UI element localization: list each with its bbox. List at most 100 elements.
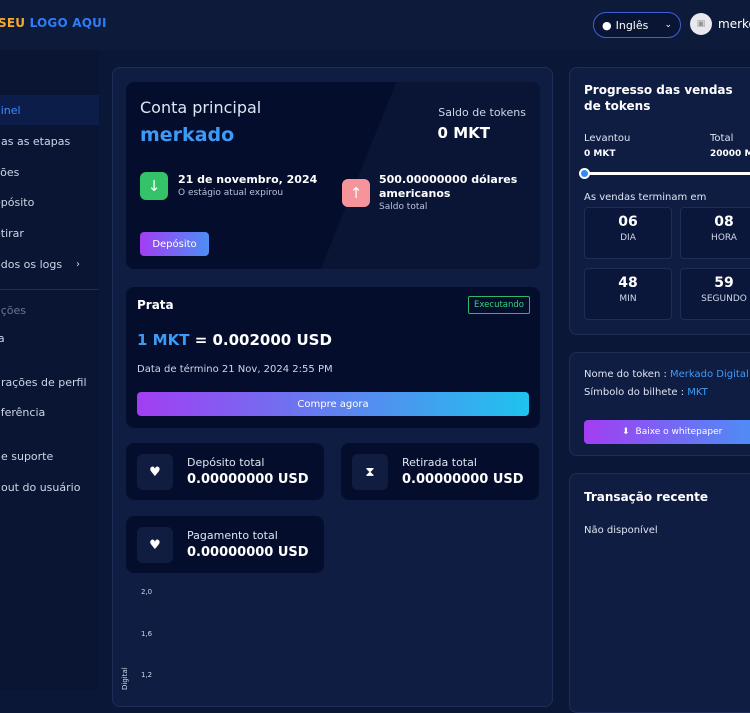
sidebar-item-label: epósito [0,195,35,209]
piggy-bank-icon: ♥ [137,454,173,490]
stat-deposit: ♥ Depósito total 0.00000000 USD [126,443,324,500]
arrow-down-icon: ↓ [140,172,168,200]
countdown-value: 06 [618,214,638,230]
countdown-value: 48 [618,275,638,291]
sidebar-item-label: das as etapas [0,134,71,148]
whitepaper-label: Baixe o whitepaper [635,427,723,437]
countdown-days: 06 DIA [584,207,672,259]
countdown-seconds: 59 SEGUNDO [680,268,750,320]
avatar: ▣ [690,13,712,35]
sidebar-item-support[interactable]: de suporte [0,441,99,471]
sidebar-item-label: etirar [0,226,24,240]
countdown-unit: MIN [619,294,637,304]
account-username: merkado [140,124,235,146]
download-whitepaper-button[interactable]: ⬇ Baixe o whitepaper [584,420,750,444]
download-icon: ⬇ [622,427,630,437]
countdown-value: 59 [714,275,734,291]
stat-label: Retirada total [402,456,477,469]
sidebar: ainel das as etapas ilões epósito etirar… [0,50,99,690]
sales-end-label: As vendas terminam em [584,192,707,203]
chart-tick-label: 2,0 [141,588,153,596]
total-balance-info: 500.00000000 dólares americanos Saldo to… [379,173,519,212]
countdown-unit: SEGUNDO [701,294,747,304]
sales-progress-card: Progresso das vendas de tokens Levantou … [569,67,750,335]
token-name-row: Nome do token : Merkado Digital [584,369,749,380]
buy-now-button[interactable]: Compre agora [137,392,529,416]
rate-value: = 0.002000 USD [194,331,332,349]
token-name-value: Merkado Digital [670,369,749,380]
arrow-up-icon: ↑ [342,179,370,207]
stage-name: Prata [137,298,174,312]
main-panel: Conta principal merkado Saldo de tokens … [112,67,553,707]
sidebar-item-referral[interactable]: oferência [0,397,99,427]
language-select[interactable]: ● Inglês ⌄ [593,12,681,38]
stat-value: 0.00000000 USD [402,472,524,487]
stage-card: Prata Executando 1 MKT = 0.002000 USD Da… [126,287,540,428]
stage-date: 21 de novembro, 2024 [178,173,318,186]
sidebar-item-stages[interactable]: das as etapas [0,126,99,156]
sidebar-section-settings: ações [0,295,99,325]
sidebar-item-deposit[interactable]: epósito [0,187,99,217]
hourglass-icon: ⧗ [352,454,388,490]
sidebar-item-label: urações de perfil [0,375,87,389]
total-label: Total [710,133,734,144]
countdown-minutes: 48 MIN [584,268,672,320]
stat-payment: ♥ Pagamento total 0.00000000 USD [126,516,324,573]
sidebar-item-label: de suporte [0,449,54,463]
stat-withdraw: ⧗ Retirada total 0.00000000 USD [341,443,539,500]
token-symbol-row: Símbolo do bilhete : MKT [584,387,708,398]
logo-part1: SEU [0,16,26,30]
stage-end-date: Data de término 21 Nov, 2024 2:55 PM [137,364,333,375]
stat-label: Pagamento total [187,529,278,542]
transactions-empty: Não disponível [584,525,658,536]
language-label: Inglês [615,18,649,32]
stage-status: O estágio atual expirou [178,188,284,198]
logo-part2: LOGO AQUI [29,16,107,30]
status-badge: Executando [468,296,530,314]
user-menu[interactable]: ▣ merko [690,13,750,35]
sidebar-item-label: gout do usuário [0,480,81,494]
token-symbol-label: Símbolo do bilhete [584,387,678,398]
token-balance-value: 0 MKT [437,124,490,142]
piggy-bank-icon: ♥ [137,527,173,563]
chevron-down-icon: ⌄ [664,20,672,30]
progress-knob [579,168,590,179]
stage-info: 21 de novembro, 2024 O estágio atual exp… [178,173,317,198]
username: merko [718,17,750,31]
sidebar-section-label: ações [0,303,27,317]
token-balance-label: Saldo de tokens [438,106,526,119]
token-symbol-value: MKT [687,387,708,398]
sidebar-item-label: fa [0,331,5,345]
chart-tick-label: 1,2 [141,671,153,679]
total-balance-value: 500.00000000 dólares americanos [379,173,518,200]
chart-y-label: Digital [121,667,129,690]
sidebar-item-2fa[interactable]: fa [0,323,99,353]
stat-label: Depósito total [187,456,265,469]
sidebar-item-dashboard[interactable]: ainel [0,95,99,125]
sidebar-item-logs[interactable]: odos os logs › [0,249,99,279]
countdown-hours: 08 HORA [680,207,750,259]
sidebar-item-label: ilões [0,165,20,179]
countdown-unit: HORA [711,233,737,243]
sidebar-item-label: oferência [0,405,46,419]
total-value: 20000 MKT [710,149,750,159]
sidebar-item-logout[interactable]: gout do usuário [0,472,99,502]
sidebar-item-label: odos os logs [0,257,63,271]
chart-tick-label: 1,6 [141,630,153,638]
account-card: Conta principal merkado Saldo de tokens … [126,82,540,269]
top-bar: SEU LOGO AQUI ● Inglês ⌄ ▣ merko [0,0,750,50]
stat-value: 0.00000000 USD [187,545,309,560]
globe-icon: ● [602,18,612,32]
recent-transactions-card: Transação recente Não disponível [569,473,750,713]
raised-label: Levantou [584,133,631,144]
sidebar-item-millions[interactable]: ilões [0,157,99,187]
deposit-button[interactable]: Depósito [140,232,209,256]
sidebar-item-profile-settings[interactable]: urações de perfil [0,367,99,397]
logo[interactable]: SEU LOGO AQUI [0,16,107,30]
token-info-card: Nome do token : Merkado Digital Símbolo … [569,352,750,456]
token-rate: 1 MKT = 0.002000 USD [137,331,332,349]
transactions-title: Transação recente [584,490,709,504]
total-balance-label: Saldo total [379,202,428,212]
chevron-right-icon: › [76,258,80,270]
sidebar-item-withdraw[interactable]: etirar [0,218,99,248]
